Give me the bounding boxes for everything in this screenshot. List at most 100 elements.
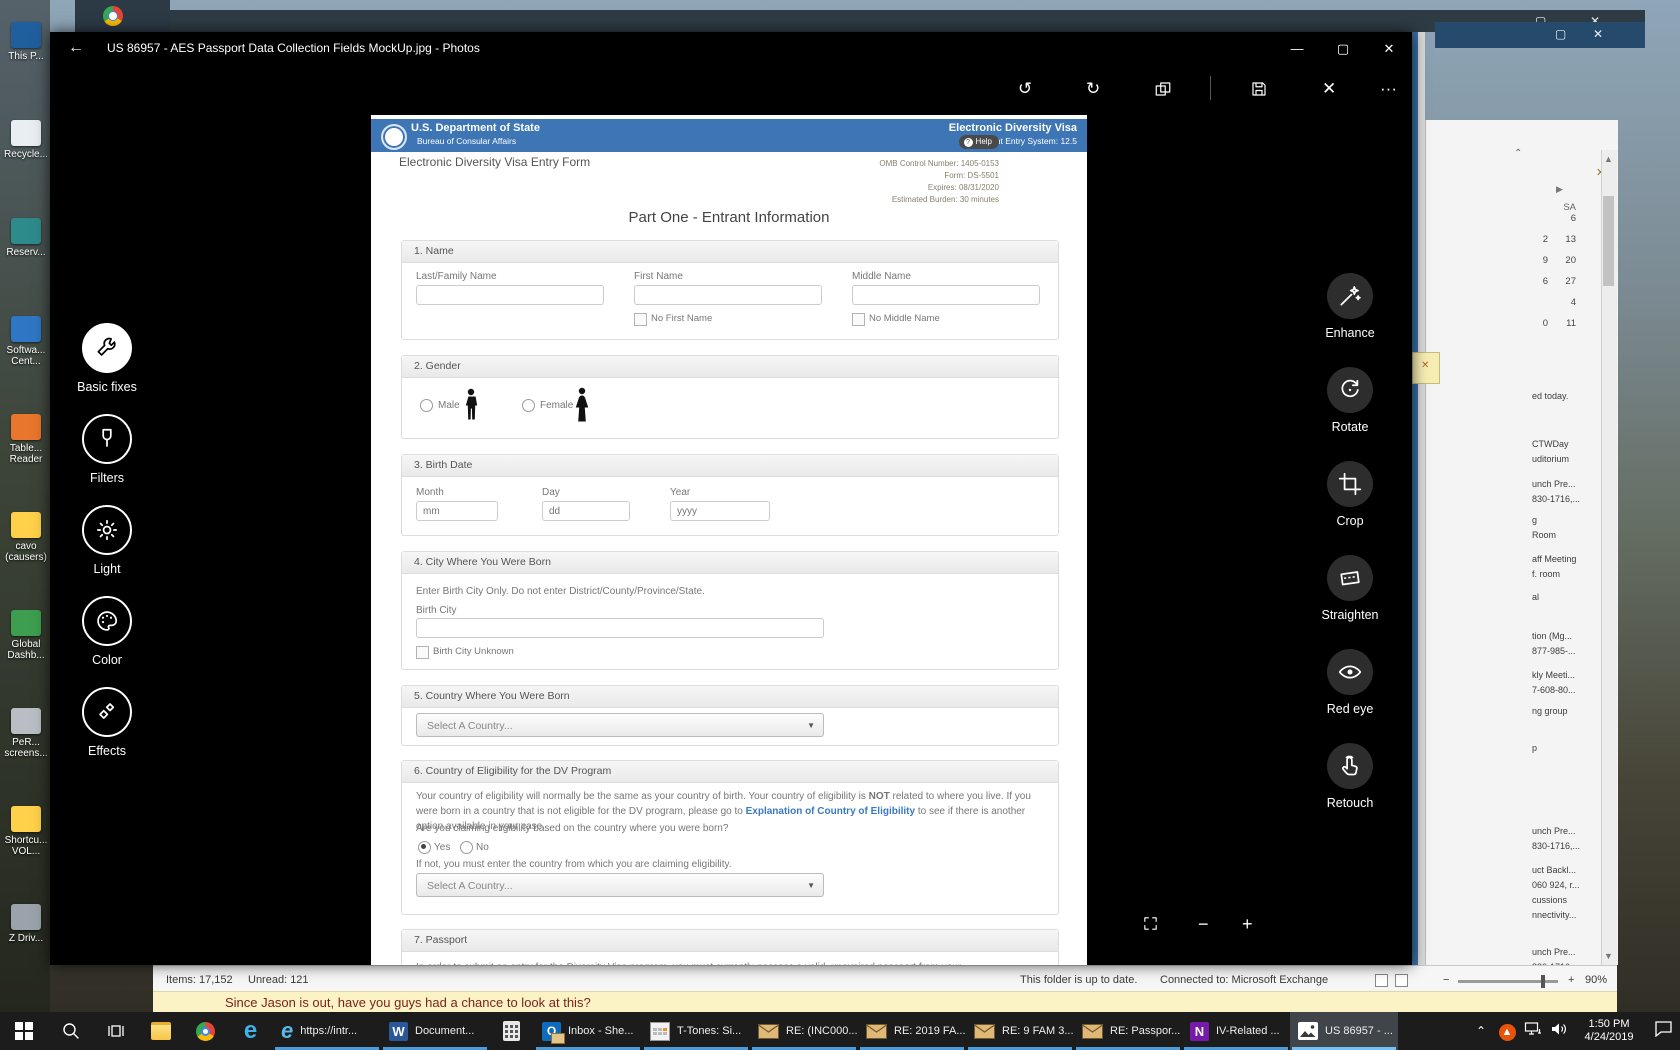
reminder-item[interactable]: uct Backl... <box>1532 865 1598 875</box>
edit-action-straighten[interactable]: Straighten <box>1304 555 1396 622</box>
desktop-icon-shortcut-vol[interactable]: Shortcu... VOL... <box>4 806 48 857</box>
taskbar-button-edge[interactable]: e <box>228 1012 273 1050</box>
zoom-in-button[interactable]: + <box>1242 914 1253 935</box>
eligibility-explanation-link[interactable]: Explanation of Country of Eligibility <box>746 806 915 817</box>
taskbar-button-word[interactable]: WDocument... <box>381 1012 489 1050</box>
compare-button[interactable] <box>1154 80 1172 101</box>
zoom-out-button[interactable]: − <box>1198 914 1209 935</box>
desktop-icon-global-dashboard[interactable]: Global Dashb... <box>4 610 48 661</box>
zoom-percent[interactable]: 90% <box>1585 974 1607 986</box>
reminder-item[interactable]: cussions <box>1532 895 1598 905</box>
toast-close-icon[interactable]: ✕ <box>1421 360 1429 371</box>
edit-tool-basic-fixes[interactable]: Basic fixes <box>61 323 153 394</box>
calendar-day[interactable]: 4 <box>1556 297 1576 318</box>
item-close-icon[interactable]: ✕ <box>1593 27 1603 41</box>
edit-tool-filters[interactable]: Filters <box>61 414 153 485</box>
taskbar-button-outlook[interactable]: OInbox - She... <box>534 1012 642 1050</box>
reminder-item[interactable]: kly Meeti... <box>1532 670 1598 680</box>
cancel-edit-button[interactable]: ✕ <box>1322 80 1336 97</box>
zoom-in-control[interactable]: + <box>1568 974 1574 986</box>
calendar-day[interactable] <box>1528 213 1548 234</box>
zoom-slider-knob[interactable] <box>1541 975 1545 988</box>
birth-city-unknown-checkbox[interactable] <box>416 646 429 659</box>
close-button[interactable]: ✕ <box>1366 32 1412 65</box>
last-name-input[interactable] <box>416 285 604 305</box>
pane-next-arrow-icon[interactable]: ▶ <box>1556 184 1563 195</box>
reminder-item[interactable]: aff Meeting <box>1532 554 1598 564</box>
claim-yes-radio[interactable] <box>418 841 431 854</box>
reminder-item[interactable]: unch Pre... <box>1532 947 1598 957</box>
year-input[interactable] <box>670 501 770 521</box>
scroll-down-arrow[interactable]: ▼ <box>1602 949 1615 963</box>
search-button[interactable] <box>48 1012 93 1050</box>
tray-chevron-icon[interactable]: ⌃ <box>1468 1024 1494 1038</box>
calendar-day[interactable]: 27 <box>1556 276 1576 297</box>
maximize-button[interactable]: ▢ <box>1320 32 1366 65</box>
reminder-item[interactable]: ed today. <box>1532 391 1598 401</box>
calendar-day[interactable]: 0 <box>1528 318 1548 339</box>
calendar-day[interactable]: 9 <box>1528 255 1548 276</box>
reminder-item[interactable]: 830-1716,... <box>1532 841 1598 851</box>
female-radio[interactable] <box>522 399 535 412</box>
desktop-icon-reserv[interactable]: Reserv... <box>4 218 48 258</box>
taskbar-button-mail[interactable]: RE: 2019 FA... <box>858 1012 966 1050</box>
reminder-item[interactable]: al <box>1532 592 1598 602</box>
reminder-item[interactable]: g <box>1532 515 1598 525</box>
reminder-item[interactable]: 830-1716,... <box>1532 494 1598 504</box>
network-tray-icon[interactable] <box>1520 1021 1546 1042</box>
view-normal-icon[interactable] <box>1375 974 1388 987</box>
calendar-day[interactable]: 6 <box>1528 276 1548 297</box>
no-first-name-checkbox[interactable] <box>634 313 647 326</box>
calendar-day[interactable]: 11 <box>1556 318 1576 339</box>
taskbar-button-onenote[interactable]: NIV-Related ... <box>1182 1012 1290 1050</box>
reminder-item[interactable]: nnectivity... <box>1532 910 1598 920</box>
view-reading-icon[interactable] <box>1395 974 1408 987</box>
desktop-icon-z-drive[interactable]: Z Driv... <box>4 904 48 944</box>
edit-action-enhance[interactable]: Enhance <box>1304 273 1396 340</box>
redo-button[interactable]: ↻ <box>1086 80 1100 97</box>
fit-to-window-button[interactable] <box>1142 915 1159 937</box>
message-preview-text[interactable]: Since Jason is out, have you guys had a … <box>225 995 591 1010</box>
reminder-item[interactable]: CTWDay <box>1532 439 1598 449</box>
scroll-up-arrow[interactable]: ▲ <box>1602 152 1615 166</box>
claim-no-radio[interactable] <box>460 841 473 854</box>
reminder-item[interactable]: p <box>1532 743 1598 753</box>
desktop-icon-this-pc[interactable]: This P... <box>4 22 48 62</box>
reminder-item[interactable]: unch Pre... <box>1532 826 1598 836</box>
reminder-item[interactable]: unch Pre... <box>1532 479 1598 489</box>
edit-action-red-eye[interactable]: Red eye <box>1304 649 1396 716</box>
action-center-icon[interactable] <box>1646 1020 1680 1042</box>
day-input[interactable] <box>542 501 630 521</box>
reminder-item[interactable]: f. room <box>1532 569 1598 579</box>
eligibility-country-select[interactable]: Select A Country...▼ <box>416 873 824 897</box>
reminder-item[interactable]: 060 924, r... <box>1532 880 1598 890</box>
edit-action-retouch[interactable]: Retouch <box>1304 743 1396 810</box>
taskbar-button-chrome[interactable] <box>183 1012 228 1050</box>
edit-tool-light[interactable]: Light <box>61 505 153 576</box>
pane-scroll-up-chevron[interactable]: ⌃ <box>1514 148 1522 159</box>
taskbar-button-mail[interactable]: RE: 9 FAM 3... <box>966 1012 1074 1050</box>
desktop-icon-tableau-reader[interactable]: Table... Reader <box>4 414 48 465</box>
volume-tray-icon[interactable] <box>1546 1021 1572 1042</box>
calendar-day[interactable]: 13 <box>1556 234 1576 255</box>
task-view-button[interactable] <box>93 1012 138 1050</box>
mcafee-tray-icon[interactable]: ▲ <box>1494 1022 1520 1041</box>
taskbar-button-ie[interactable]: ehttps://intr... <box>273 1012 381 1050</box>
item-maximize-icon[interactable]: ▢ <box>1555 27 1566 41</box>
reminder-item[interactable]: tion (Mg... <box>1532 631 1598 641</box>
reminder-item[interactable]: uditorium <box>1532 454 1598 464</box>
start-button[interactable] <box>0 1012 48 1050</box>
help-button[interactable]: ?Help <box>959 135 999 149</box>
undo-button[interactable]: ↺ <box>1018 80 1032 97</box>
calendar-day[interactable]: 20 <box>1556 255 1576 276</box>
edit-action-rotate[interactable]: Rotate <box>1304 367 1396 434</box>
taskbar-button-mail[interactable]: RE: Passpor... <box>1074 1012 1182 1050</box>
taskbar-button-calculator[interactable] <box>489 1012 534 1050</box>
taskbar-clock[interactable]: 1:50 PM 4/24/2019 <box>1572 1018 1646 1044</box>
zoom-out-control[interactable]: − <box>1443 974 1449 986</box>
edit-tool-effects[interactable]: Effects <box>61 687 153 758</box>
calendar-day[interactable] <box>1528 297 1548 318</box>
no-middle-name-checkbox[interactable] <box>852 313 865 326</box>
taskbar-button-explorer[interactable] <box>138 1012 183 1050</box>
calendar-day[interactable]: 6 <box>1556 213 1576 234</box>
